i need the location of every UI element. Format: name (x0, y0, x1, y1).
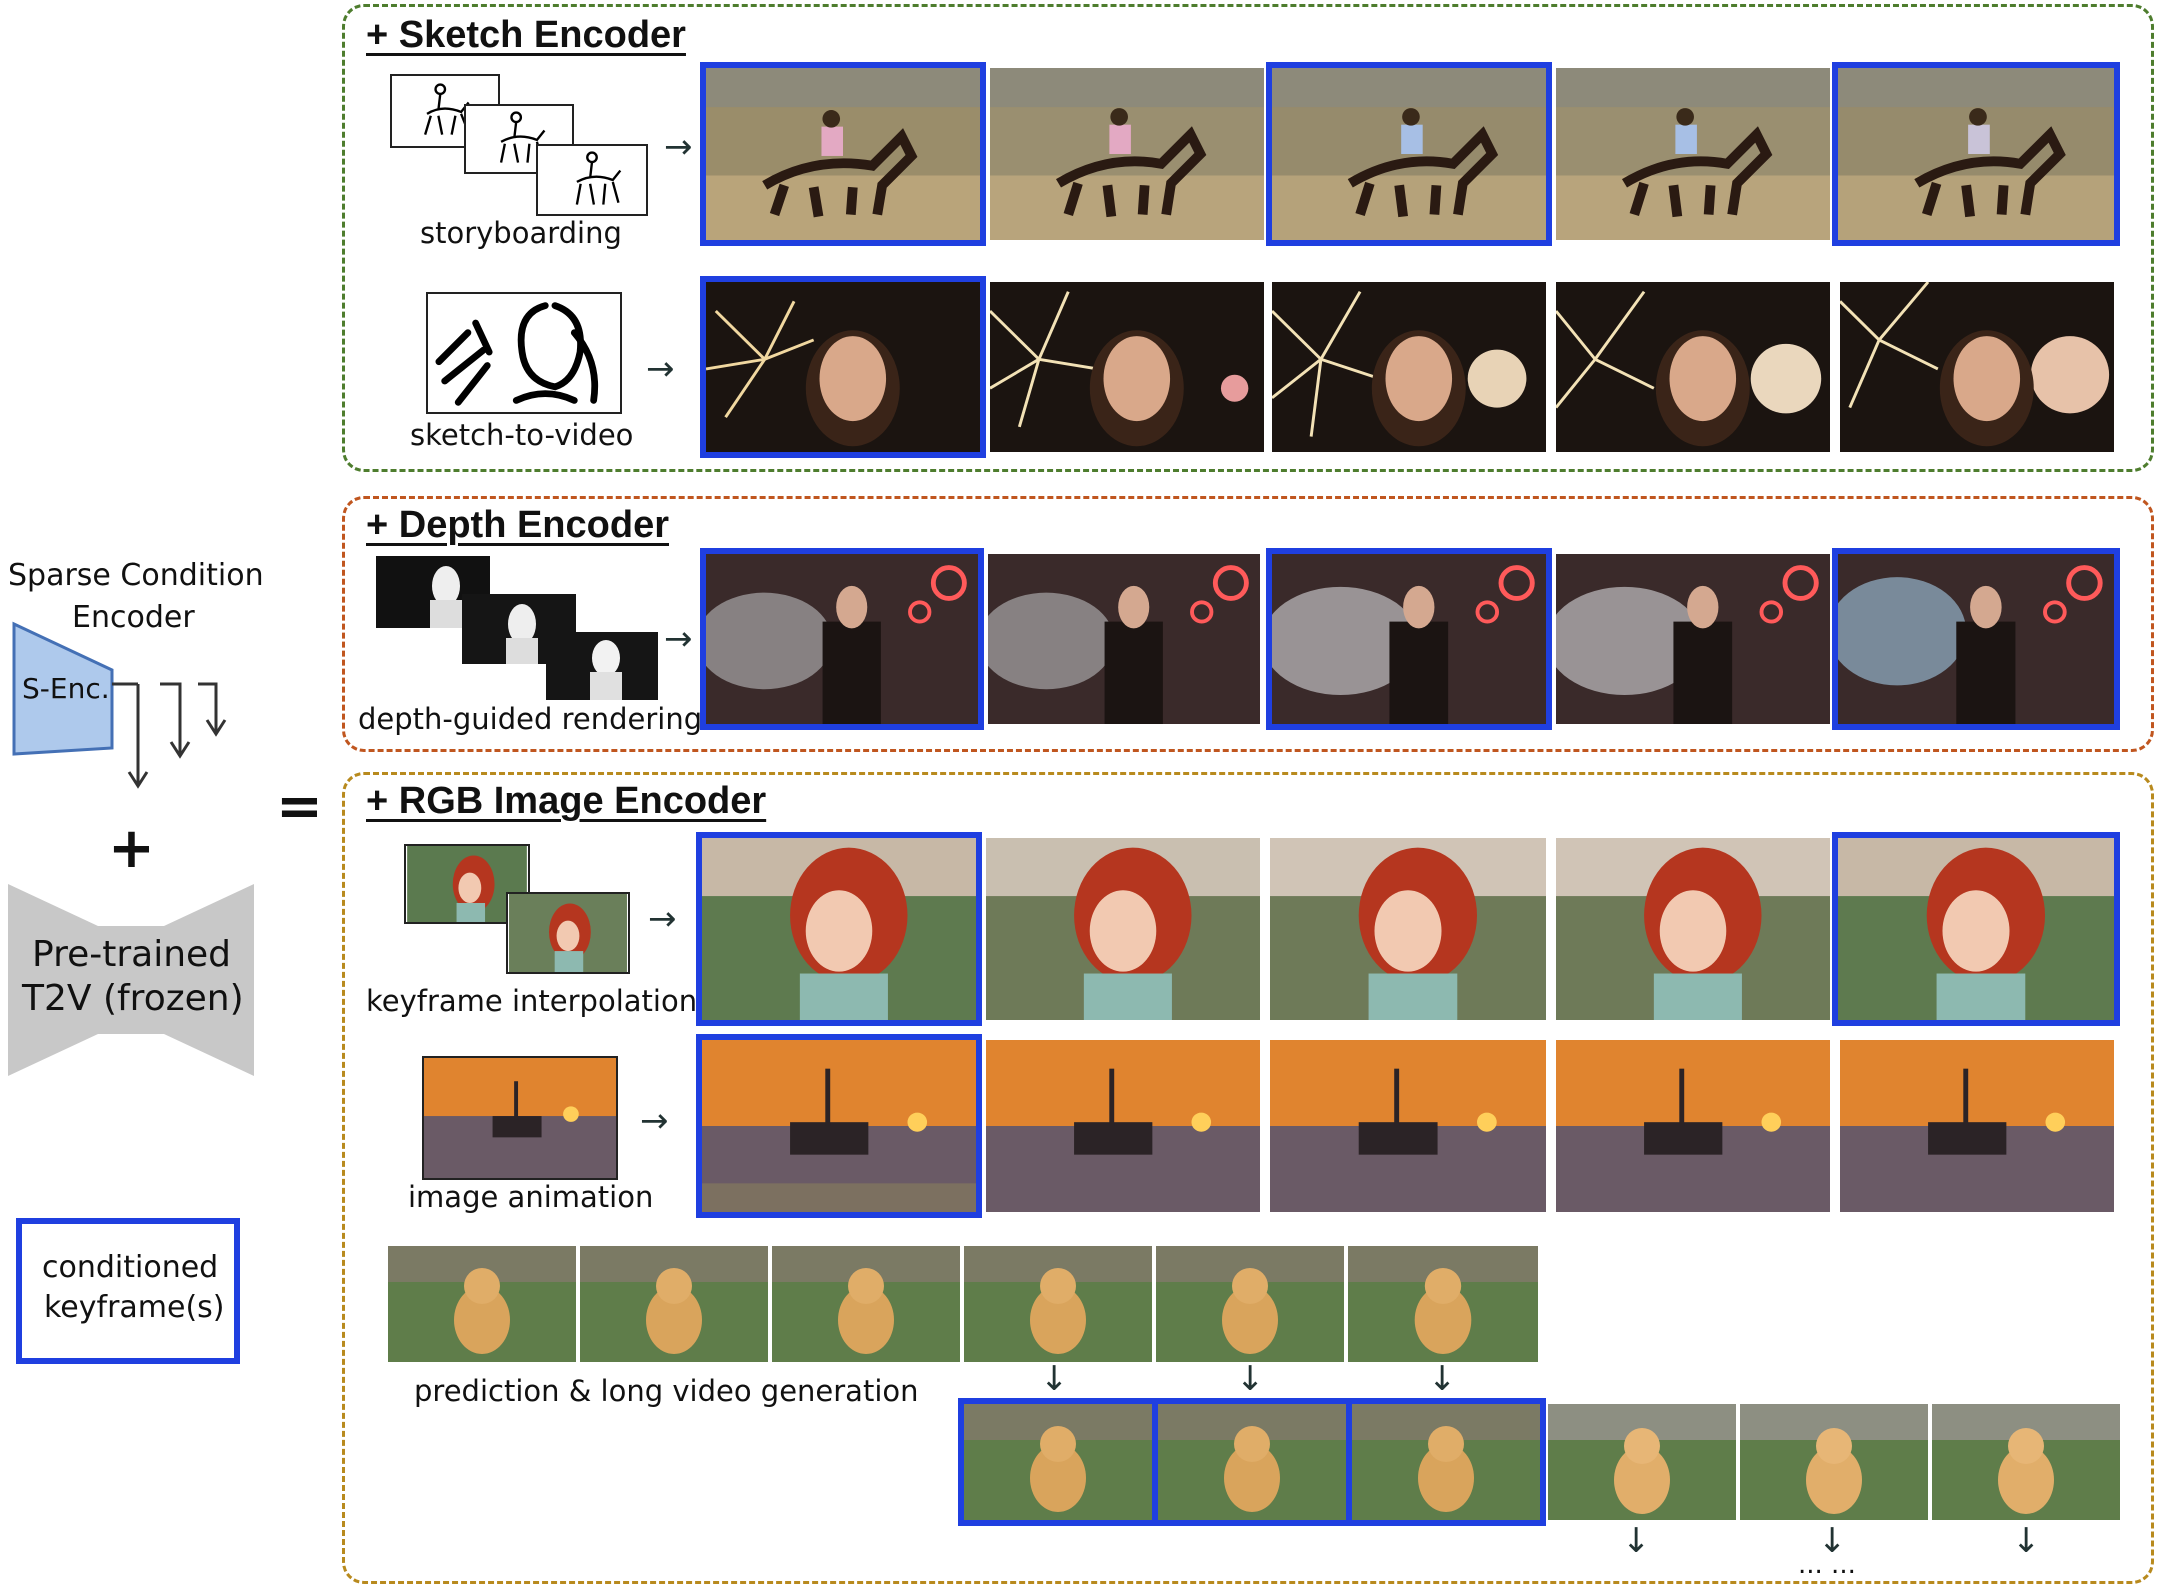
horse-frame-2 (990, 68, 1264, 240)
sunset-frame-2 (986, 1040, 1260, 1212)
depth-frame-3 (1266, 548, 1552, 730)
firework-frame-1 (700, 276, 986, 458)
dog-pred-frame-1 (1548, 1404, 1736, 1520)
sketch-to-video-arrow-icon: → (646, 349, 675, 389)
keyframe-interpolation-caption: keyframe interpolation (366, 984, 698, 1018)
depth-guided-caption: depth-guided rendering (358, 702, 703, 736)
firework-frame-5 (1840, 282, 2114, 452)
sketch-to-video-caption: sketch-to-video (410, 418, 634, 452)
horse-frame-4 (1556, 68, 1830, 240)
dog-input-frame-4 (964, 1246, 1152, 1362)
image-animation-caption: image animation (408, 1180, 654, 1214)
sketch-encoder-title: + Sketch Encoder (366, 14, 686, 56)
firework-frame-3 (1272, 282, 1546, 452)
dog-down-arrow-icon-2: ↓ (1236, 1359, 1265, 1399)
depth-frame-5 (1832, 548, 2120, 730)
dog-input-frame-2 (580, 1246, 768, 1362)
legend-line1: conditioned (42, 1250, 219, 1285)
horse-frame-1 (700, 62, 986, 246)
dog-input-frame-1 (388, 1246, 576, 1362)
sunset-frame-1 (696, 1034, 982, 1218)
senc-encoder-shape (12, 621, 227, 789)
dog-cond-frame-1 (964, 1404, 1152, 1520)
firework-frame-2 (990, 282, 1264, 452)
equals-sign: = (276, 774, 323, 839)
pred-down-arrow-icon-3: ↓ (2012, 1521, 2041, 1561)
t2v-label-line2: T2V (frozen) (22, 978, 244, 1019)
dog-down-arrow-icon-1: ↓ (1040, 1359, 1069, 1399)
keyframe-arrow-icon: → (648, 899, 677, 939)
dog-down-arrow-icon-3: ↓ (1428, 1359, 1457, 1399)
dog-input-frame-6 (1348, 1246, 1538, 1362)
sunset-input-image (422, 1056, 618, 1180)
depth-encoder-title: + Depth Encoder (366, 504, 669, 546)
plus-sign: + (108, 816, 155, 881)
encoder-title-line1: Sparse Condition (8, 558, 264, 593)
storyboard-arrow-icon: → (664, 127, 693, 167)
anime-frame-1 (696, 832, 982, 1026)
animation-arrow-icon: → (640, 1101, 669, 1141)
storyboarding-caption: storyboarding (420, 216, 622, 250)
prediction-caption: prediction & long video generation (414, 1374, 919, 1408)
depth-map-3 (546, 632, 658, 700)
face-sketch (426, 292, 622, 414)
anime-frame-5 (1832, 832, 2120, 1026)
anime-frame-3 (1270, 838, 1546, 1020)
dog-cond-frame-3 (1352, 1404, 1540, 1520)
depth-frame-2 (988, 554, 1260, 724)
horse-frame-3 (1266, 62, 1552, 246)
sunset-frame-4 (1556, 1040, 1830, 1212)
ellipsis-text: ... ... (1798, 1550, 1856, 1580)
pred-down-arrow-icon-1: ↓ (1622, 1521, 1651, 1561)
sunset-frame-5 (1840, 1040, 2114, 1212)
dog-input-frame-3 (772, 1246, 960, 1362)
anime-frame-2 (986, 838, 1260, 1020)
rgb-encoder-title: + RGB Image Encoder (366, 780, 767, 822)
dog-cond-frame-2 (1158, 1404, 1346, 1520)
senc-label: S-Enc. (22, 672, 110, 705)
depth-arrow-icon: → (664, 619, 693, 659)
anime-frame-4 (1556, 838, 1830, 1020)
legend-line2: keyframe(s) (44, 1290, 225, 1325)
storyboard-sketch-3 (536, 144, 648, 216)
depth-frame-1 (700, 548, 984, 730)
sunset-frame-3 (1270, 1040, 1546, 1212)
dog-pred-frame-3 (1932, 1404, 2120, 1520)
depth-frame-4 (1556, 554, 1830, 724)
keyframe-input-2 (506, 892, 630, 974)
dog-input-frame-5 (1156, 1246, 1344, 1362)
firework-frame-4 (1556, 282, 1830, 452)
dog-pred-frame-2 (1740, 1404, 1928, 1520)
t2v-label-line1: Pre-trained (32, 934, 232, 975)
horse-frame-5 (1832, 62, 2120, 246)
